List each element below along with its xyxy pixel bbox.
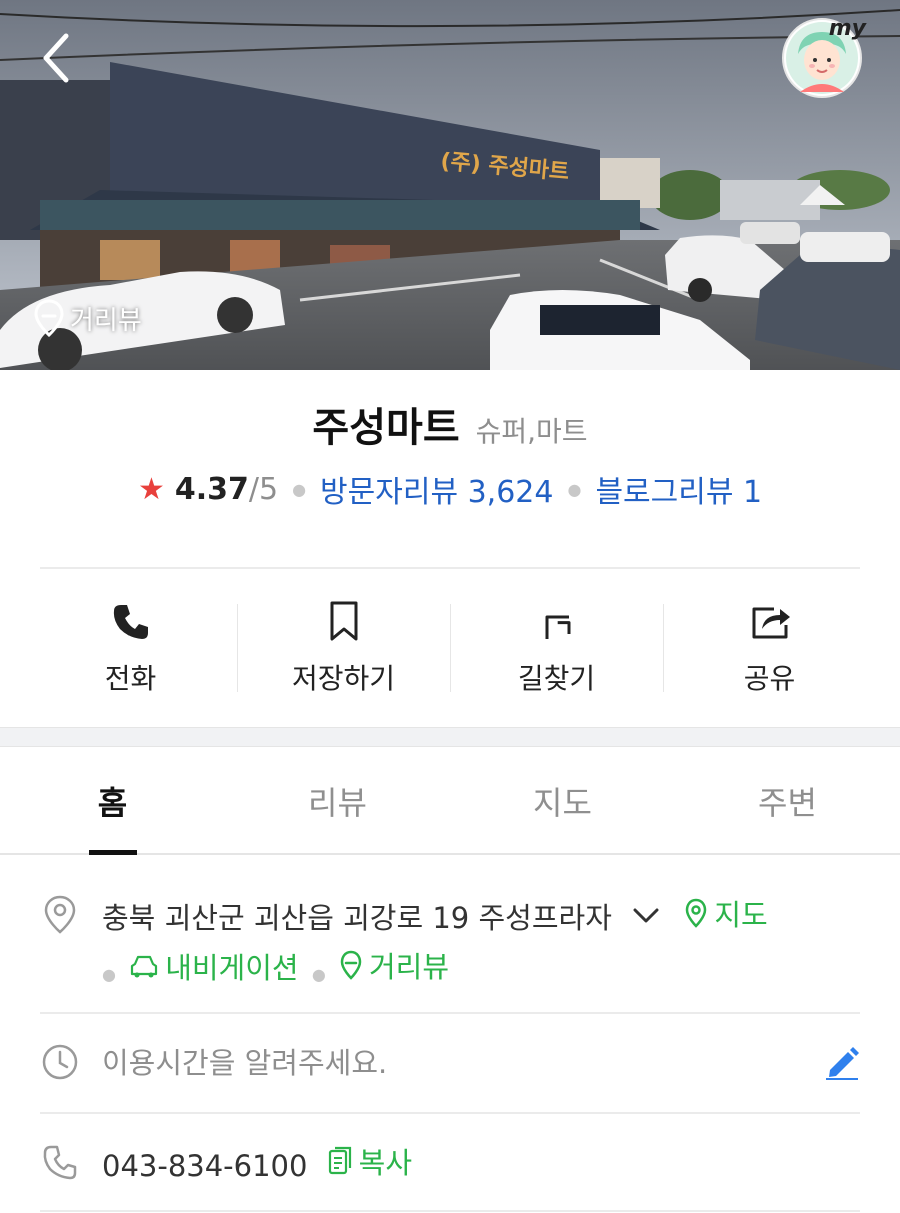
phone-section: 043-834-6100 복사 [40, 1140, 860, 1190]
hours-section: 이용시간을 알려주세요. [40, 1040, 860, 1090]
directions-icon [545, 615, 570, 639]
save-button[interactable]: 저장하기 [237, 570, 450, 725]
place-header: 주성마트 슈퍼,마트 ★ 4.37/5 ● 방문자리뷰 3,624 ● 블로그리… [0, 395, 900, 511]
visitor-reviews-link[interactable]: 방문자리뷰 3,624 [320, 467, 553, 511]
back-button[interactable] [34, 30, 84, 86]
divider [40, 1012, 860, 1014]
blog-reviews-link[interactable]: 블로그리뷰 1 [595, 467, 762, 511]
location-pin-icon [44, 895, 76, 934]
directions-label: 길찾기 [517, 661, 596, 695]
rating-row: ★ 4.37/5 ● 방문자리뷰 3,624 ● 블로그리뷰 1 [0, 467, 900, 511]
chevron-left-icon [43, 33, 69, 83]
edit-pencil-icon[interactable] [824, 1044, 860, 1080]
divider [40, 567, 860, 569]
separator-dot: ● [567, 479, 582, 499]
separator-dot: ● [311, 965, 326, 984]
directions-button[interactable]: 길찾기 [450, 570, 663, 725]
tab-reviews[interactable]: 리뷰 [225, 748, 450, 853]
tab-bar: 홈 리뷰 지도 주변 [0, 748, 900, 855]
clock-icon [42, 1044, 78, 1080]
my-profile-button[interactable]: my [782, 16, 866, 98]
star-icon: ★ [137, 471, 165, 507]
my-badge: my [828, 16, 866, 41]
rating-value: 4.37 [174, 471, 249, 507]
tab-map[interactable]: 지도 [450, 748, 675, 853]
share-button[interactable]: 공유 [663, 570, 876, 725]
phone-number[interactable]: 043-834-6100 [102, 1149, 307, 1183]
streetview-label: 거리뷰 [70, 305, 142, 336]
copy-label: 복사 [358, 1146, 413, 1180]
place-title: 주성마트 [312, 405, 460, 451]
streetview-link[interactable]: 거리뷰 [339, 944, 449, 986]
address-expand-button[interactable] [631, 904, 661, 928]
tab-nearby[interactable]: 주변 [675, 748, 900, 853]
save-label: 저장하기 [291, 661, 396, 695]
address-section: 충북 괴산군 괴산읍 괴강로 19 주성프라자 지도 ● 내비게이션 ● 거리뷰 [40, 892, 860, 1002]
place-category: 슈퍼,마트 [475, 415, 588, 448]
share-icon [752, 607, 790, 638]
share-label: 공유 [743, 661, 796, 695]
action-bar: 전화 저장하기 길찾기 공유 [24, 570, 876, 725]
location-pin-icon [34, 299, 64, 338]
map-link-label: 지도 [714, 898, 768, 932]
call-label: 전화 [104, 661, 157, 695]
rating-max: /5 [248, 471, 279, 507]
car-icon [131, 955, 158, 978]
location-pin-icon [340, 950, 362, 980]
section-separator [0, 727, 900, 747]
location-pin-icon [686, 898, 707, 928]
map-link[interactable]: 지도 [684, 892, 768, 934]
hero-photo[interactable]: (주) 주성마트 my 거리뷰 [0, 0, 900, 370]
chevron-down-icon [633, 908, 659, 923]
divider [40, 1210, 860, 1212]
copy-icon [328, 1146, 351, 1175]
separator-dot: ● [292, 479, 307, 499]
streetview-link-label: 거리뷰 [369, 950, 450, 984]
tab-home[interactable]: 홈 [0, 748, 225, 855]
bookmark-icon [330, 601, 357, 640]
address-text: 충북 괴산군 괴산읍 괴강로 19 주성프라자 [102, 901, 612, 935]
navigation-link-label: 내비게이션 [165, 951, 299, 985]
navigation-link[interactable]: 내비게이션 [129, 945, 299, 987]
phone-icon [113, 604, 148, 639]
streetview-button[interactable]: 거리뷰 [32, 298, 142, 338]
copy-button[interactable]: 복사 [327, 1140, 412, 1182]
call-button[interactable]: 전화 [24, 570, 237, 725]
divider [40, 1112, 860, 1114]
hours-placeholder: 이용시간을 알려주세요. [102, 1046, 388, 1080]
phone-icon [43, 1145, 77, 1180]
separator-dot: ● [102, 965, 116, 984]
